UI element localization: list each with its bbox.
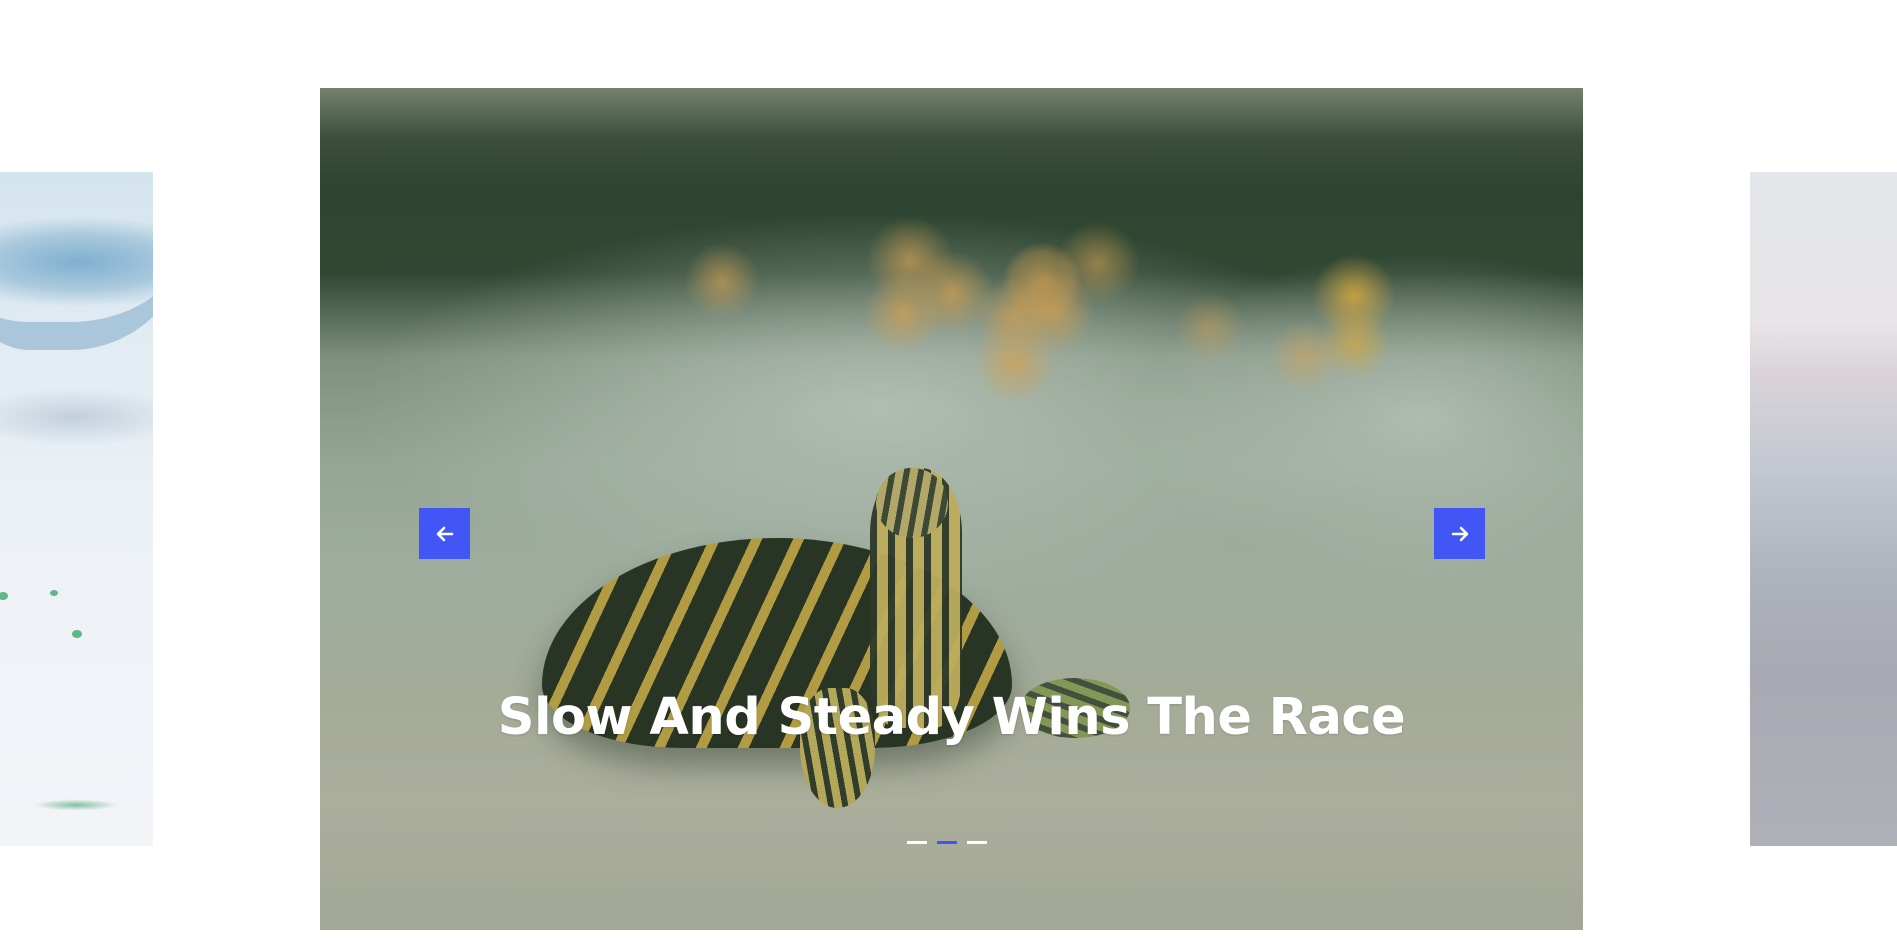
previous-slide[interactable] bbox=[0, 172, 153, 846]
crumb-decoration bbox=[50, 590, 58, 596]
carousel: Slow And Steady Wins The Race bbox=[0, 0, 1897, 951]
slide-indicator-2[interactable] bbox=[937, 841, 957, 844]
crumb-decoration bbox=[72, 630, 82, 638]
arrow-left-icon bbox=[435, 524, 455, 544]
slide-indicator-3[interactable] bbox=[967, 841, 987, 844]
slide-caption: Slow And Steady Wins The Race bbox=[497, 688, 1406, 747]
slide-indicators bbox=[907, 841, 987, 844]
slide-overlay bbox=[320, 88, 1583, 930]
crumb-decoration bbox=[0, 592, 8, 600]
current-slide: Slow And Steady Wins The Race bbox=[320, 88, 1583, 930]
prev-slide-button[interactable] bbox=[419, 508, 470, 559]
next-slide[interactable] bbox=[1750, 172, 1897, 846]
arrow-right-icon bbox=[1450, 524, 1470, 544]
bowl-image bbox=[0, 172, 153, 350]
slide-indicator-1[interactable] bbox=[907, 841, 927, 844]
next-slide-button[interactable] bbox=[1434, 508, 1485, 559]
bowl-shadow bbox=[0, 387, 153, 447]
